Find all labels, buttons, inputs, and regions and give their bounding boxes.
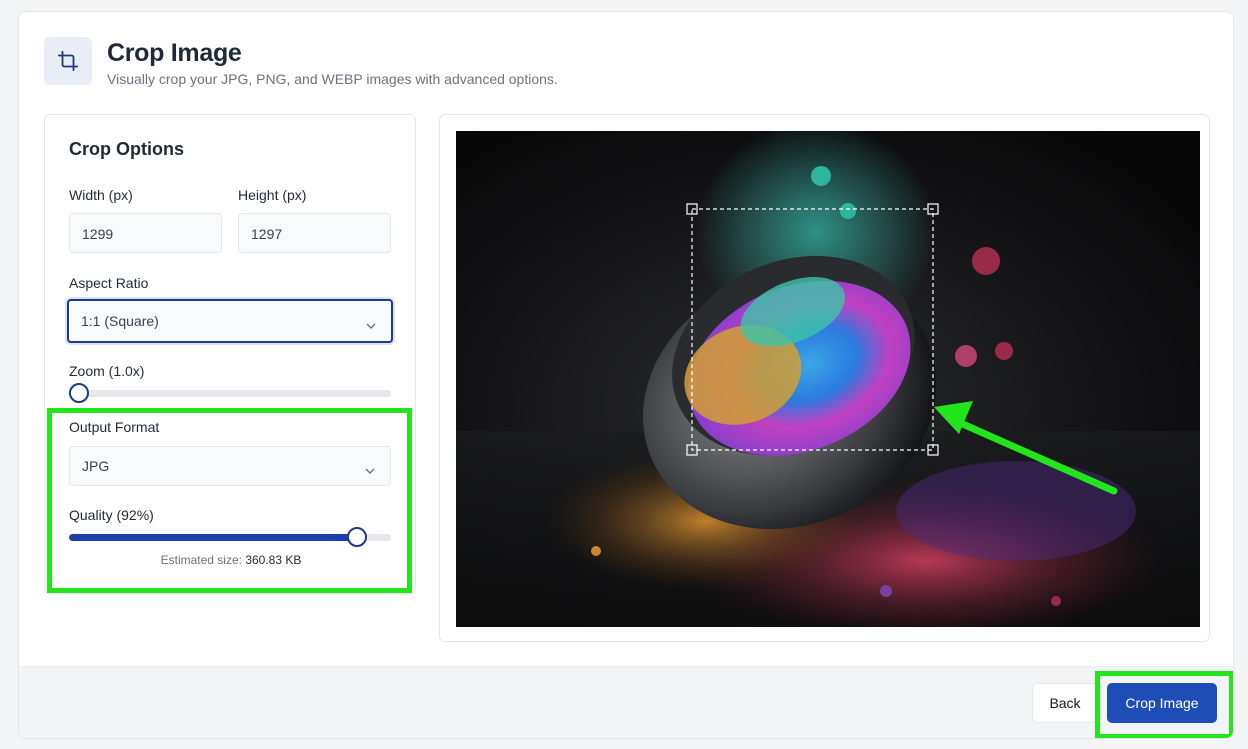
zoom-slider-thumb[interactable]: [69, 383, 89, 403]
annotation-highlight-box: [47, 408, 412, 593]
preview-image: [456, 131, 1200, 627]
page-subtitle: Visually crop your JPG, PNG, and WEBP im…: [107, 71, 558, 87]
aspect-ratio-select[interactable]: 1:1 (Square): [67, 299, 393, 343]
holi-powder-bowl-image: [456, 131, 1200, 627]
image-preview-panel: [439, 114, 1210, 642]
crop-options-title: Crop Options: [69, 139, 184, 159]
width-label: Width (px): [69, 187, 133, 203]
aspect-ratio-label: Aspect Ratio: [69, 275, 149, 291]
annotation-highlight-box: [1095, 671, 1233, 738]
footer-bar: Back Crop Image: [19, 666, 1233, 738]
height-label: Height (px): [238, 187, 307, 203]
chevron-down-icon: [365, 317, 377, 333]
back-button[interactable]: Back: [1032, 683, 1098, 723]
crop-image-card: Crop Image Visually crop your JPG, PNG, …: [18, 11, 1234, 739]
crop-icon: [44, 37, 92, 85]
zoom-slider[interactable]: [69, 383, 391, 403]
aspect-ratio-value: 1:1 (Square): [81, 313, 159, 329]
height-input[interactable]: 1297: [238, 213, 391, 253]
page-title: Crop Image: [107, 39, 242, 67]
zoom-label: Zoom (1.0x): [69, 363, 145, 379]
width-input[interactable]: 1299: [69, 213, 222, 253]
